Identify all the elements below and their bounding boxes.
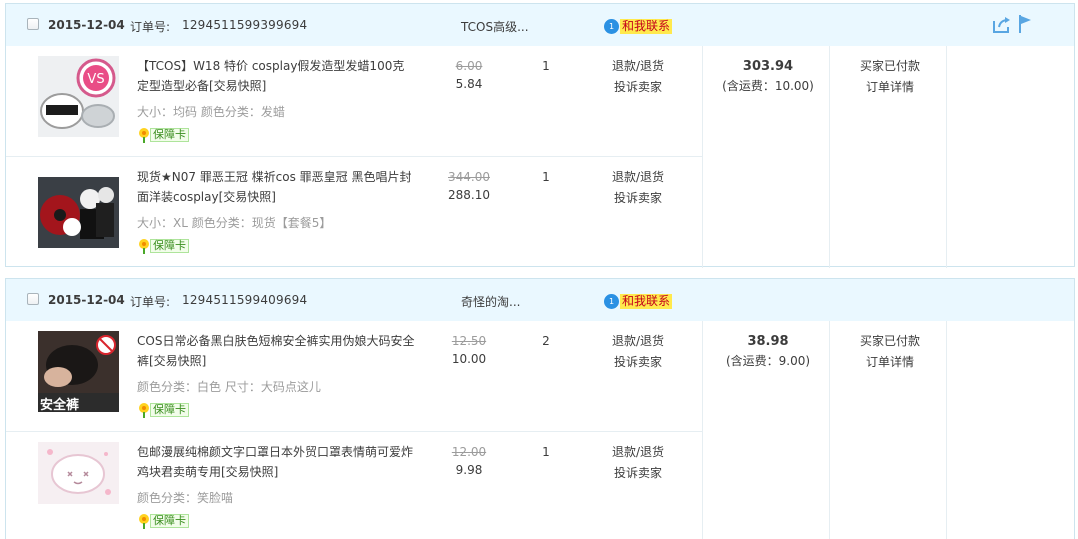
unit-price: 10.00 bbox=[451, 352, 487, 366]
flag-icon[interactable] bbox=[1018, 15, 1032, 33]
order-header: 2015-12-04 订单号: 1294511599409694 奇怪的淘...… bbox=[6, 279, 1074, 321]
order-select-checkbox[interactable] bbox=[27, 293, 39, 305]
product-title-link[interactable]: 包邮漫展纯棉颜文字口罩日本外贸口罩表情萌可爱炸鸡块君卖萌专用[交易快照] bbox=[137, 442, 417, 482]
unit-price: 9.98 bbox=[455, 463, 483, 477]
guarantee-badge[interactable]: 保障卡 bbox=[137, 127, 189, 143]
quantity: 1 bbox=[542, 445, 550, 459]
product-title-link[interactable]: COS日常必备黑白肤色短棉安全裤实用伪娘大码安全裤[交易快照] bbox=[137, 331, 417, 371]
share-icon[interactable] bbox=[992, 16, 1012, 34]
guarantee-badge-label: 保障卡 bbox=[150, 239, 189, 253]
guarantee-badge[interactable]: 保障卡 bbox=[137, 402, 189, 418]
product-thumbnail[interactable] bbox=[38, 167, 119, 248]
complain-seller-link[interactable]: 投诉卖家 bbox=[606, 463, 670, 484]
refund-return-link[interactable]: 退款/退货 bbox=[606, 331, 670, 352]
contact-seller-button[interactable]: 1 和我联系 bbox=[604, 18, 673, 34]
product-thumbnail[interactable]: VS bbox=[38, 56, 119, 137]
order-number: 1294511599409694 bbox=[182, 293, 308, 307]
quantity: 1 bbox=[542, 59, 550, 73]
order-card: 2015-12-04 订单号: 1294511599409694 奇怪的淘...… bbox=[5, 278, 1075, 539]
order-card: 2015-12-04 订单号: 1294511599399694 TCOS高级.… bbox=[5, 3, 1075, 268]
seller-name-link[interactable]: 奇怪的淘... bbox=[461, 293, 520, 310]
order-status: 买家已付款 bbox=[859, 334, 920, 348]
order-total: 303.94 bbox=[742, 59, 794, 74]
order-status: 买家已付款 bbox=[859, 59, 920, 73]
order-select-checkbox[interactable] bbox=[27, 18, 39, 30]
guarantee-badge-label: 保障卡 bbox=[150, 514, 189, 528]
divider bbox=[702, 46, 703, 268]
original-price: 12.00 bbox=[451, 445, 487, 459]
product-thumbnail[interactable]: 安全裤 bbox=[38, 331, 119, 412]
contact-seller-label: 和我联系 bbox=[620, 293, 673, 309]
divider bbox=[6, 156, 702, 157]
product-title-link[interactable]: 【TCOS】W18 特价 cosplay假发造型发蜡100克 定型造型必备[交易… bbox=[137, 56, 417, 96]
product-attributes: 大小：均码 颜色分类：发蜡 bbox=[137, 105, 285, 119]
refund-return-link[interactable]: 退款/退货 bbox=[606, 442, 670, 463]
order-number-label: 订单号: bbox=[130, 20, 171, 34]
contact-seller-label: 和我联系 bbox=[620, 18, 673, 34]
order-number-label: 订单号: bbox=[130, 295, 171, 309]
original-price: 344.00 bbox=[448, 170, 490, 184]
original-price: 6.00 bbox=[455, 59, 483, 73]
seller-name-link[interactable]: TCOS高级... bbox=[461, 18, 529, 35]
flower-icon bbox=[139, 403, 149, 418]
guarantee-badge[interactable]: 保障卡 bbox=[137, 513, 189, 529]
thumbnail-caption: 安全裤 bbox=[40, 398, 80, 412]
flower-icon bbox=[139, 239, 149, 254]
refund-return-link[interactable]: 退款/退货 bbox=[606, 167, 670, 188]
flower-icon bbox=[139, 514, 149, 529]
order-detail-link[interactable]: 订单详情 bbox=[832, 77, 948, 98]
complain-seller-link[interactable]: 投诉卖家 bbox=[606, 188, 670, 209]
quantity: 2 bbox=[542, 334, 550, 348]
contact-seller-button[interactable]: 1 和我联系 bbox=[604, 293, 673, 309]
unit-price: 5.84 bbox=[455, 77, 483, 91]
shipping-fee: (含运费：9.00) bbox=[725, 354, 811, 368]
flower-icon bbox=[139, 128, 149, 143]
original-price: 12.50 bbox=[451, 334, 487, 348]
unit-price: 288.10 bbox=[448, 188, 490, 202]
product-attributes: 大小：XL 颜色分类：现货【套餐5】 bbox=[137, 216, 332, 230]
complain-seller-link[interactable]: 投诉卖家 bbox=[606, 77, 670, 98]
svg-text:VS: VS bbox=[87, 72, 104, 87]
order-date: 2015-12-04 bbox=[48, 18, 125, 32]
refund-return-link[interactable]: 退款/退货 bbox=[606, 56, 670, 77]
product-attributes: 颜色分类：笑脸喵 bbox=[137, 491, 234, 505]
shipping-fee: (含运费：10.00) bbox=[722, 79, 814, 93]
product-thumbnail[interactable] bbox=[38, 442, 119, 504]
order-number: 1294511599399694 bbox=[182, 18, 308, 32]
quantity: 1 bbox=[542, 170, 550, 184]
guarantee-badge-label: 保障卡 bbox=[150, 128, 189, 142]
order-header: 2015-12-04 订单号: 1294511599399694 TCOS高级.… bbox=[6, 4, 1074, 46]
order-total: 38.98 bbox=[747, 334, 789, 349]
complain-seller-link[interactable]: 投诉卖家 bbox=[606, 352, 670, 373]
guarantee-badge[interactable]: 保障卡 bbox=[137, 238, 189, 254]
product-attributes: 颜色分类：白色 尺寸：大码点这儿 bbox=[137, 380, 321, 394]
divider bbox=[6, 431, 702, 432]
order-date: 2015-12-04 bbox=[48, 293, 125, 307]
chat-bubble-icon: 1 bbox=[604, 293, 619, 309]
order-detail-link[interactable]: 订单详情 bbox=[832, 352, 948, 373]
chat-bubble-icon: 1 bbox=[604, 18, 619, 34]
guarantee-badge-label: 保障卡 bbox=[150, 403, 189, 417]
product-title-link[interactable]: 现货★N07 罪恶王冠 楪祈cos 罪恶皇冠 黑色唱片封面洋装cosplay[交… bbox=[137, 167, 417, 207]
divider bbox=[702, 321, 703, 539]
